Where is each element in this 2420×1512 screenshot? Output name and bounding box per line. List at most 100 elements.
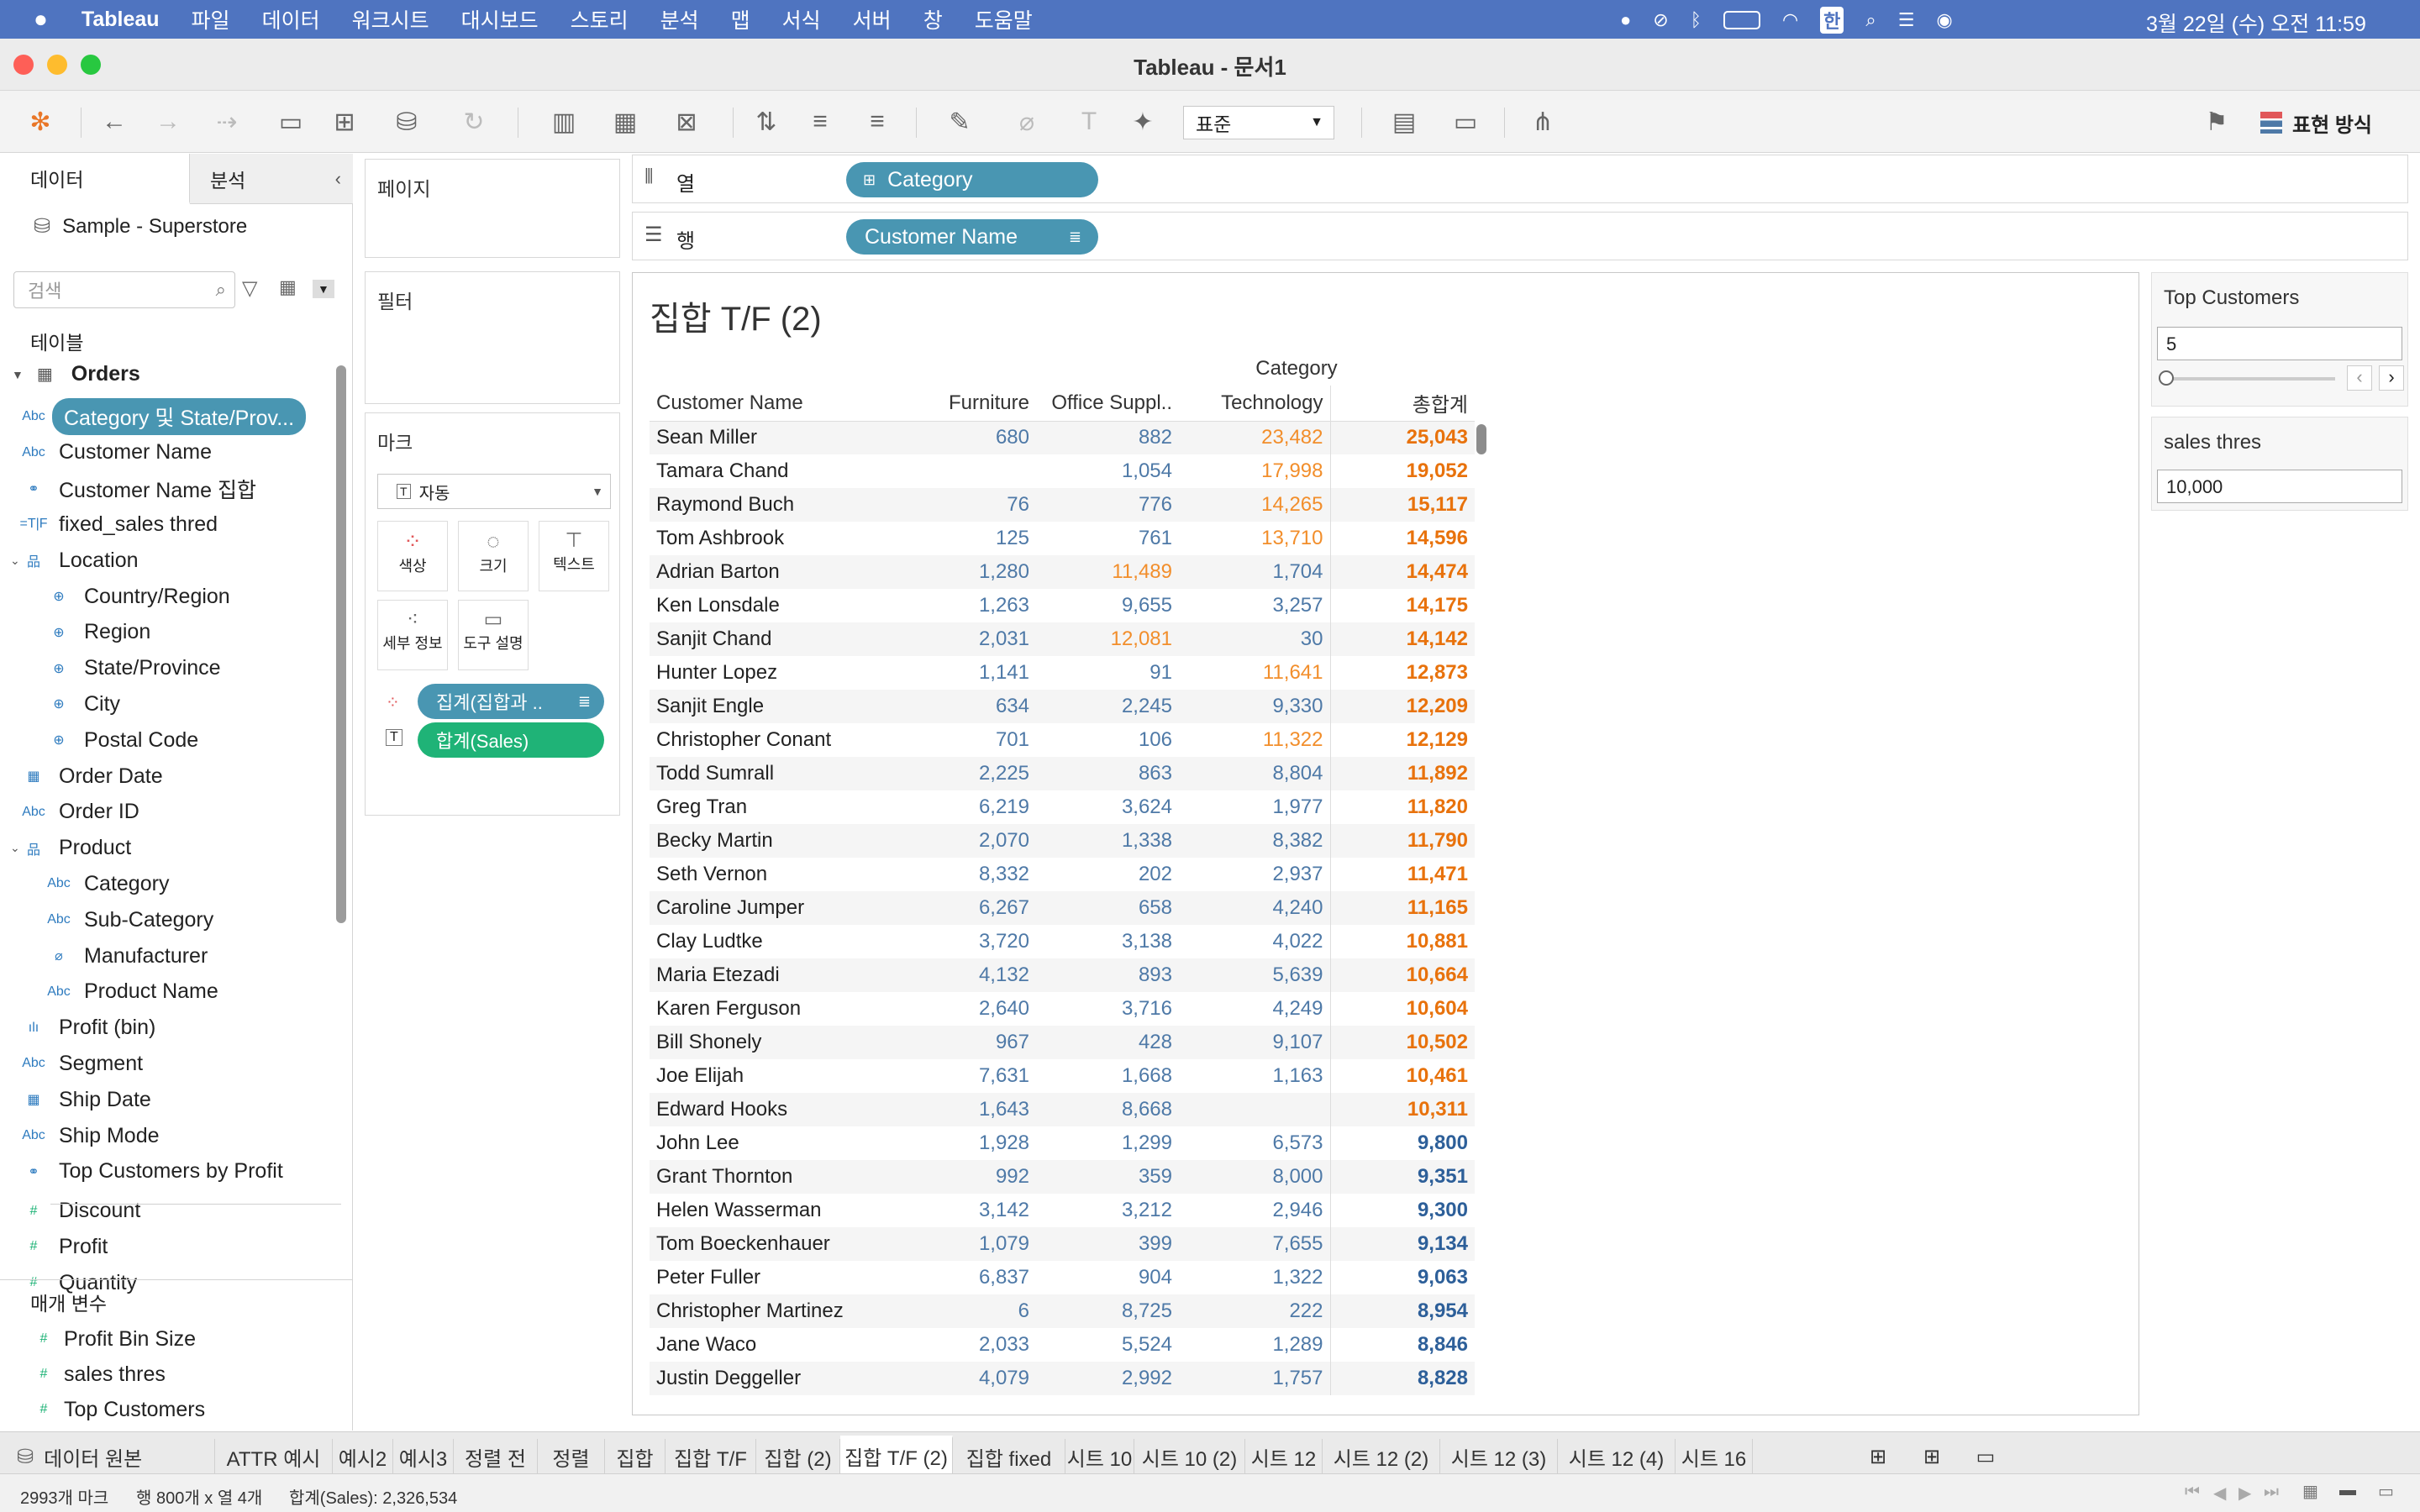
field-item[interactable]: ılı Profit (bin) [18,1011,156,1046]
mark-type-select[interactable]: T 자동 ▼ [377,474,611,509]
view-options-icon[interactable]: ▦ [279,276,297,298]
table-row[interactable]: Helen Wasserman 3,142 3,212 2,946 9,300 [650,1194,1475,1227]
table-row[interactable]: Adrian Barton 1,280 11,489 1,704 14,474 [650,555,1475,589]
menu-item[interactable]: 서식 [782,4,821,34]
field-item[interactable]: ▦ Ship Date [18,1082,150,1117]
group-members-icon[interactable]: ⌀ [1002,106,1052,138]
new-worksheet-tab-icon[interactable]: ⊞ [1857,1439,1899,1474]
chevron-down-icon[interactable]: ⌄ [10,841,20,855]
chevron-down-icon[interactable]: ▼ [12,368,24,381]
color-pill[interactable]: 집계(집합과 .. ≣ [418,684,604,719]
table-row[interactable]: Raymond Buch 76 776 14,265 15,117 [650,488,1475,522]
parameter-item[interactable]: # Top Customers [34,1392,206,1427]
sheet-tab[interactable]: 정렬 전 [454,1439,538,1474]
show-me-button[interactable]: 표현 방식 [2260,106,2372,139]
field-item[interactable]: ⌄ 品 Product [10,831,131,866]
table-row[interactable]: Caroline Jumper 6,267 658 4,240 11,165 [650,891,1475,925]
menu-item[interactable]: 파일 [192,4,230,34]
field-item[interactable]: Abc Customer Name [18,435,212,470]
table-row[interactable]: Christopher Martinez 6 8,725 222 8,954 [650,1294,1475,1328]
field-item[interactable]: # Profit [18,1229,108,1264]
table-row[interactable]: Seth Vernon 8,332 202 2,937 11,471 [650,858,1475,891]
table-row[interactable]: Karen Ferguson 2,640 3,716 4,249 10,604 [650,992,1475,1026]
refresh-icon[interactable]: ↻ [449,106,499,138]
swap-rows-columns-icon[interactable]: ⇅ [750,106,783,138]
collapse-pane-icon[interactable]: ‹ [335,168,341,190]
slider-prev-button[interactable]: ‹ [2347,365,2372,391]
table-row[interactable]: Hunter Lopez 1,141 91 11,641 12,873 [650,656,1475,690]
field-item[interactable]: # Discount [18,1194,141,1229]
menu-item[interactable]: 데이터 [262,4,320,34]
field-item[interactable]: ⊕ Country/Region [44,579,229,614]
parameter-item[interactable]: # sales thres [34,1357,166,1392]
new-story-tab-icon[interactable]: ▭ [1965,1439,2007,1474]
mute-icon[interactable]: ⊘ [1653,9,1668,31]
pages-card[interactable]: 페이지 [365,159,620,258]
chevron-down-icon[interactable]: ▼ [313,280,334,298]
sales-thres-input[interactable]: 10,000 [2157,470,2402,503]
sheet-tab[interactable]: 시트 12 (3) [1440,1439,1558,1474]
field-item[interactable]: ⚭ Customer Name 집합 [18,471,256,507]
signpost-icon[interactable]: ⚑ [2200,106,2233,138]
field-item[interactable]: ⌄ 品 Location [10,543,139,578]
siri-icon[interactable]: ◉ [1936,9,1952,31]
filters-card[interactable]: 필터 [365,271,620,404]
sheet-tab[interactable]: 예시2 [333,1439,393,1474]
table-row[interactable]: Becky Martin 2,070 1,338 8,382 11,790 [650,824,1475,858]
table-row[interactable]: Justin Deggeller 4,079 2,992 1,757 8,828 [650,1362,1475,1395]
table-row[interactable]: Bill Shonely 967 428 9,107 10,502 [650,1026,1475,1059]
sheet-tab[interactable]: 시트 12 (2) [1323,1439,1440,1474]
text-pill[interactable]: 합계(Sales) [418,722,604,758]
slider-handle[interactable] [2159,370,2174,386]
chevron-down-icon[interactable]: ⌄ [10,554,20,568]
table-row[interactable]: John Lee 1,928 1,299 6,573 9,800 [650,1126,1475,1160]
table-orders[interactable]: ▼ ▦ Orders [12,362,140,386]
sheet-tab[interactable]: 시트 12 (4) [1558,1439,1676,1474]
menubar-clock[interactable]: 3월 22일 (수) 오전 11:59 [2146,8,2366,38]
wifi-icon[interactable]: ◠ [1782,9,1798,31]
slider-next-button[interactable]: › [2379,365,2404,391]
table-row[interactable]: Ken Lonsdale 1,263 9,655 3,257 14,175 [650,589,1475,622]
last-sheet-icon[interactable]: ⏭ [2264,1483,2279,1502]
sheet-sorter-icon[interactable]: ▦ [2302,1481,2318,1502]
filter-icon[interactable]: ▽ [242,276,257,301]
control-center-icon[interactable]: ☰ [1898,9,1915,31]
detail-button[interactable]: ⁖ 세부 정보 [377,600,448,670]
input-method-indicator[interactable]: 한 [1820,7,1844,34]
tab-data[interactable]: 데이터 [0,154,190,204]
sheet-tab[interactable]: 시트 10 [1065,1439,1134,1474]
column-header[interactable]: Furniture [893,386,1036,422]
text-button[interactable]: ⊤ 텍스트 [539,521,609,591]
menu-item[interactable]: 워크시트 [352,4,429,34]
top-customers-slider[interactable] [2159,370,2335,386]
rows-pill-customer-name[interactable]: Customer Name ≣ [846,219,1098,255]
new-dashboard-tab-icon[interactable]: ⊞ [1911,1439,1953,1474]
replay-icon[interactable]: ⇢ [202,106,252,138]
next-sheet-icon[interactable]: ▶ [2238,1483,2251,1504]
sheet-tab[interactable]: 집합 T/F (2) [840,1436,953,1474]
field-item[interactable]: ⚭ Top Customers by Profit [18,1154,282,1189]
prev-sheet-icon[interactable]: ◀ [2213,1483,2226,1504]
battery-icon[interactable] [1723,11,1760,29]
sheet-tab[interactable]: 정렬 [538,1439,605,1474]
table-row[interactable]: Sean Miller 680 882 23,482 25,043 [650,421,1475,454]
presentation-mode-icon[interactable]: ▭ [1449,106,1482,138]
field-item[interactable]: ▦ Order Date [18,759,162,794]
sheet-tab[interactable]: 시트 12 [1245,1439,1323,1474]
columns-pill-category[interactable]: ⊞ Category [846,162,1098,197]
tab-analysis[interactable]: 분석 ‹ [190,154,353,204]
fix-axes-icon[interactable]: ✦ [1126,106,1160,138]
menu-item[interactable]: 분석 [660,4,699,34]
table-row[interactable]: Edward Hooks 1,643 8,668 10,311 [650,1093,1475,1126]
size-button[interactable]: ◌ 크기 [458,521,529,591]
sheet-tab[interactable]: 집합 T/F [666,1439,756,1474]
new-datasource-icon[interactable]: ⊞ [328,106,361,138]
app-menu[interactable]: Tableau [82,8,160,32]
menu-item[interactable]: 도움말 [975,4,1033,34]
sheet-tab[interactable]: 집합 [605,1439,666,1474]
columns-shelf[interactable]: ⦀ 열 ⊞ Category [632,155,2408,203]
top-customers-input[interactable]: 5 [2157,327,2402,360]
scrollbar-thumb[interactable] [336,365,346,923]
field-item[interactable]: Abc Category [44,866,169,901]
field-item[interactable]: Abc Product Name [44,974,218,1010]
